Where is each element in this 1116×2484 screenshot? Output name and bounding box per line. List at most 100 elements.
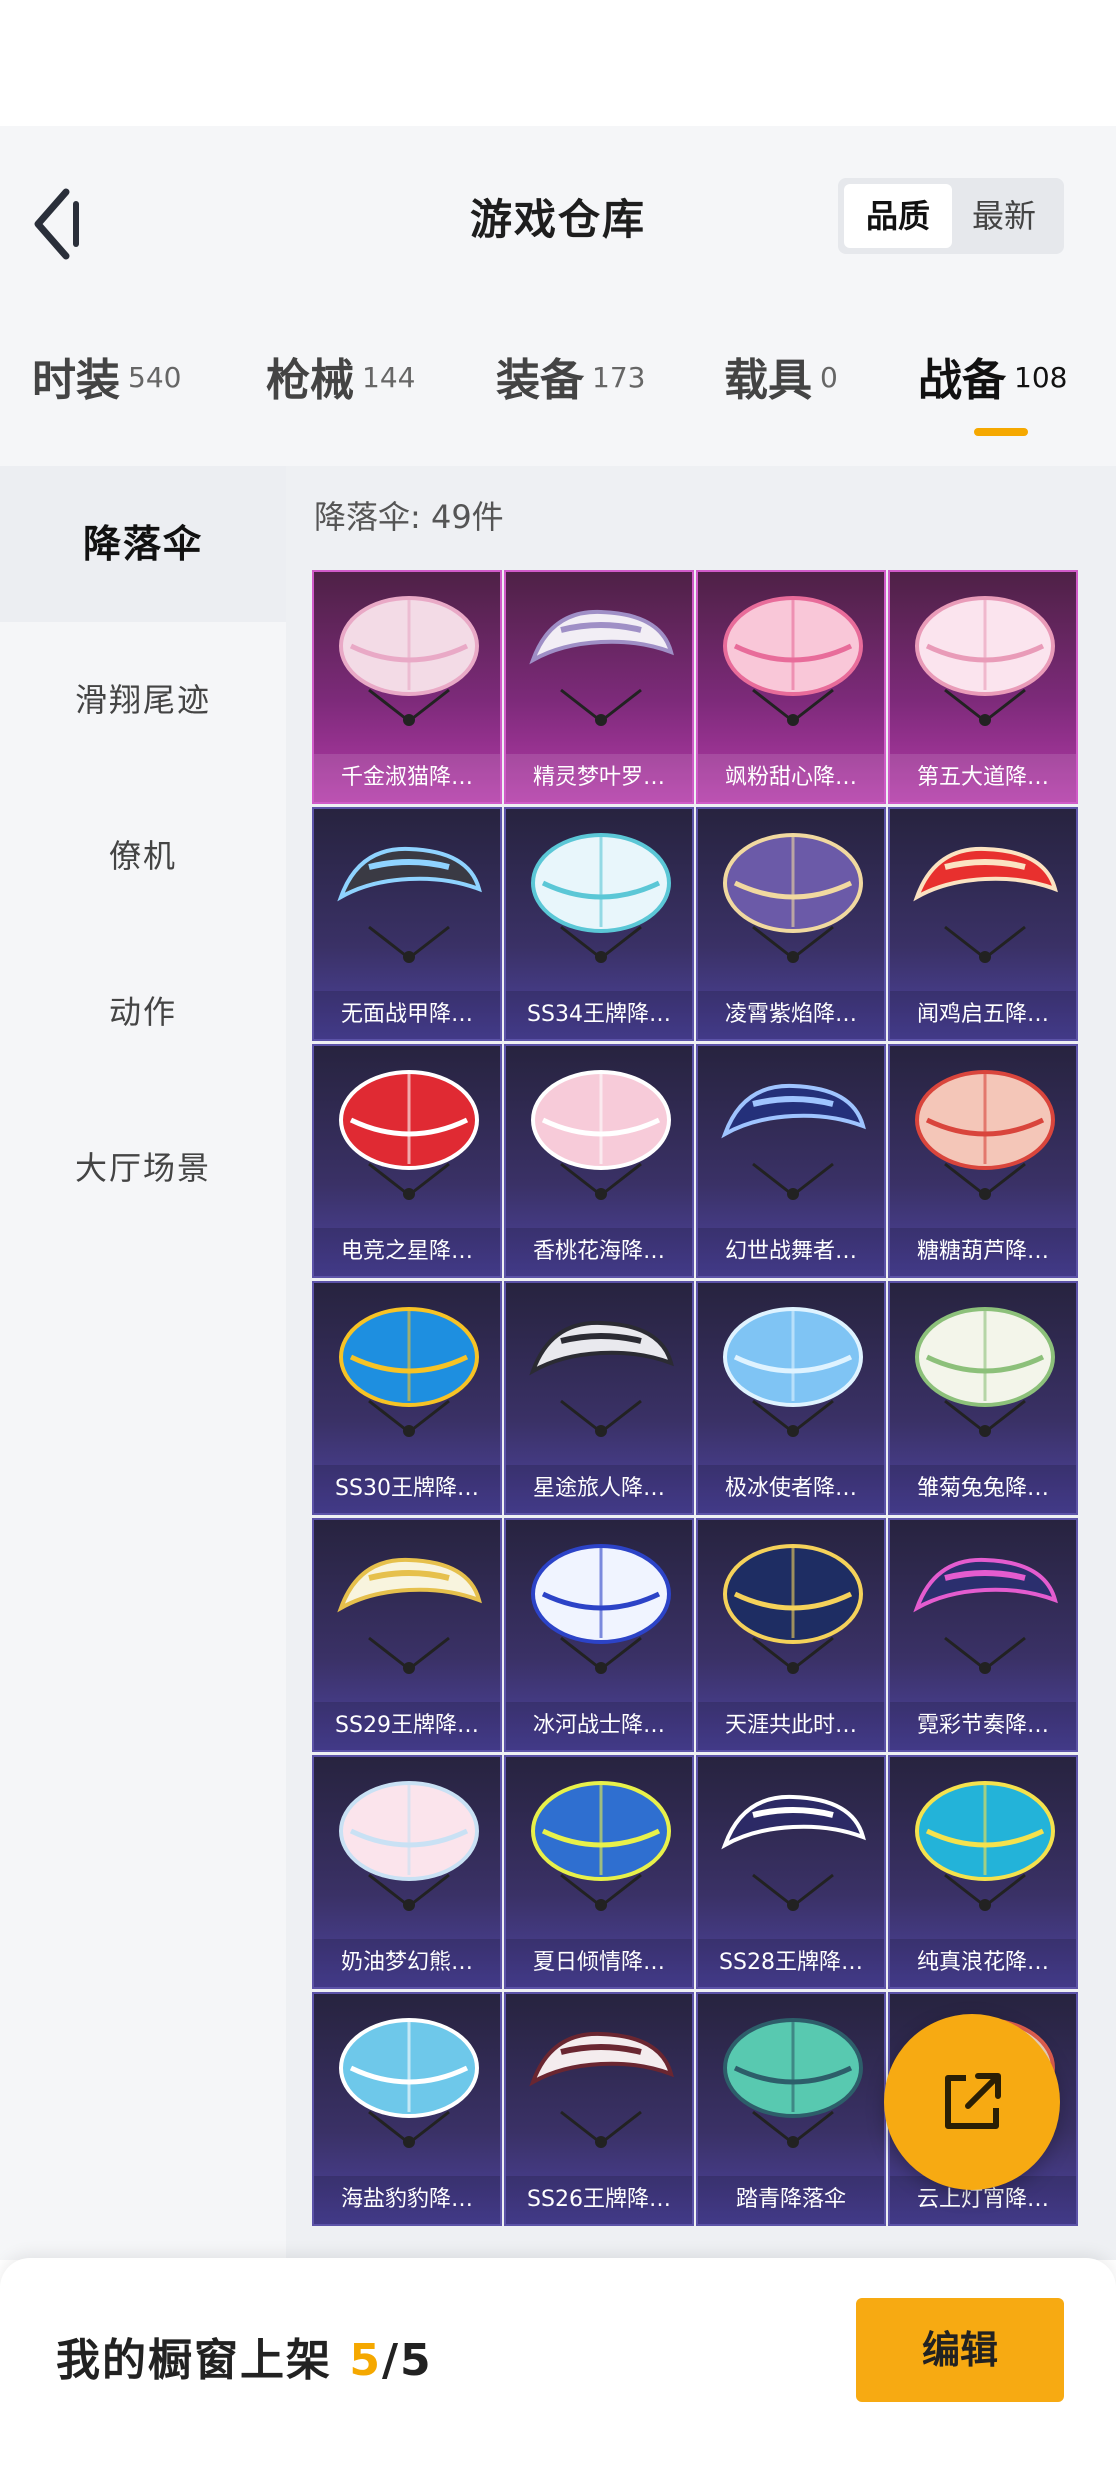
item-name: 糖糖葫芦降… [890, 1228, 1076, 1276]
tab-count: 108 [1014, 361, 1068, 394]
parachute-item-card[interactable]: 第五大道降… [888, 570, 1078, 804]
category-tabs: 时装 540 枪械 144 装备 173 载具 0 战备 108 [0, 344, 1116, 454]
tab-fashion[interactable]: 时装 540 [32, 344, 181, 454]
parachute-item-card[interactable]: SS26王牌降… [504, 1992, 694, 2226]
sidebar-item-wingman[interactable]: 僚机 [0, 778, 286, 934]
sidebar-item-lobby-scene[interactable]: 大厅场景 [0, 1090, 286, 1246]
parachute-item-card[interactable]: 霓彩节奏降… [888, 1518, 1078, 1752]
parachute-icon [339, 596, 479, 726]
item-name: 凌霄紫焰降… [698, 991, 884, 1039]
item-name: 天涯共此时… [698, 1702, 884, 1750]
showcase-label: 我的橱窗上架 [56, 2335, 332, 2386]
parachute-item-card[interactable]: 纯真浪花降… [888, 1755, 1078, 1989]
item-name: SS29王牌降… [314, 1702, 500, 1750]
item-name: 星途旅人降… [506, 1465, 692, 1513]
item-name: 踏青降落伞 [698, 2176, 884, 2224]
subcategory-sidebar: 降落伞 滑翔尾迹 僚机 动作 大厅场景 [0, 466, 286, 2260]
parachute-icon [913, 846, 1058, 963]
sort-newest-button[interactable]: 最新 [950, 184, 1058, 248]
showcase-current-count: 5 [349, 2335, 382, 2386]
parachute-item-card[interactable]: 雏菊兔兔降… [888, 1281, 1078, 1515]
item-name: 海盐豹豹降… [314, 2176, 500, 2224]
item-name: SS34王牌降… [506, 991, 692, 1039]
parachute-item-card[interactable]: 天涯共此时… [696, 1518, 886, 1752]
parachute-icon [721, 1794, 866, 1911]
parachute-item-card[interactable]: SS28王牌降… [696, 1755, 886, 1989]
parachute-item-card[interactable]: SS34王牌降… [504, 807, 694, 1041]
parachute-icon [529, 1320, 674, 1437]
tab-battle-gear[interactable]: 战备 108 [918, 344, 1067, 454]
item-name: 夏日倾情降… [506, 1939, 692, 1987]
parachute-icon [723, 1307, 863, 1437]
parachute-icon [339, 1307, 479, 1437]
item-name: 幻世战舞者… [698, 1228, 884, 1276]
parachute-item-card[interactable]: 夏日倾情降… [504, 1755, 694, 1989]
parachute-item-card[interactable]: 无面战甲降… [312, 807, 502, 1041]
parachute-icon [529, 2031, 674, 2148]
showcase-bar: 我的橱窗上架 5/5 编辑 [0, 2258, 1116, 2484]
parachute-icon [721, 1083, 866, 1200]
parachute-item-card[interactable]: 凌霄紫焰降… [696, 807, 886, 1041]
item-name: SS30王牌降… [314, 1465, 500, 1513]
status-bar [0, 0, 1116, 126]
parachute-icon [915, 1070, 1055, 1200]
sort-quality-button[interactable]: 品质 [844, 184, 952, 248]
parachute-item-card[interactable]: 闻鸡启五降… [888, 807, 1078, 1041]
tab-label: 装备 [496, 355, 584, 406]
sidebar-item-parachute[interactable]: 降落伞 [0, 466, 286, 622]
showcase-status: 我的橱窗上架 5/5 [56, 2324, 433, 2388]
item-name: 极冰使者降… [698, 1465, 884, 1513]
parachute-icon [531, 1070, 671, 1200]
tab-count: 144 [362, 361, 416, 394]
item-name: 冰河战士降… [506, 1702, 692, 1750]
parachute-item-card[interactable]: 星途旅人降… [504, 1281, 694, 1515]
parachute-item-card[interactable]: 奶油梦幻熊… [312, 1755, 502, 1989]
item-name: 雏菊兔兔降… [890, 1465, 1076, 1513]
item-name: 闻鸡启五降… [890, 991, 1076, 1039]
parachute-item-card[interactable]: 糖糖葫芦降… [888, 1044, 1078, 1278]
item-count-label: 降落伞: 49件 [314, 498, 504, 536]
parachute-item-card[interactable]: SS29王牌降… [312, 1518, 502, 1752]
edit-button[interactable]: 编辑 [856, 2298, 1064, 2402]
parachute-icon [531, 1781, 671, 1911]
parachute-item-card[interactable]: 海盐豹豹降… [312, 1992, 502, 2226]
parachute-item-card[interactable]: 千金淑猫降… [312, 570, 502, 804]
item-name: 霓彩节奏降… [890, 1702, 1076, 1750]
active-tab-indicator [974, 428, 1028, 436]
share-button[interactable] [884, 2014, 1060, 2190]
tab-label: 时装 [32, 355, 120, 406]
item-content: 降落伞: 49件 千金淑猫降… 精灵梦叶罗… 飒粉甜心降… 第五大道降… 无面战甲降… S… [286, 466, 1116, 2260]
parachute-icon [915, 596, 1055, 726]
parachute-item-card[interactable]: SS30王牌降… [312, 1281, 502, 1515]
sidebar-item-emote[interactable]: 动作 [0, 934, 286, 1090]
item-name: 飒粉甜心降… [698, 754, 884, 802]
item-name: 香桃花海降… [506, 1228, 692, 1276]
item-name: 纯真浪花降… [890, 1939, 1076, 1987]
parachute-icon [723, 596, 863, 726]
parachute-item-card[interactable]: 踏青降落伞 [696, 1992, 886, 2226]
tab-label: 载具 [724, 355, 812, 406]
parachute-icon [531, 1544, 671, 1674]
tab-equipment[interactable]: 装备 173 [496, 344, 645, 454]
parachute-item-card[interactable]: 香桃花海降… [504, 1044, 694, 1278]
parachute-item-card[interactable]: 飒粉甜心降… [696, 570, 886, 804]
tab-weapons[interactable]: 枪械 144 [266, 344, 415, 454]
parachute-icon [723, 2018, 863, 2148]
parachute-item-card[interactable]: 电竞之星降… [312, 1044, 502, 1278]
parachute-item-card[interactable]: 幻世战舞者… [696, 1044, 886, 1278]
tab-vehicles[interactable]: 载具 0 [724, 344, 838, 454]
parachute-item-card[interactable]: 精灵梦叶罗… [504, 570, 694, 804]
parachute-item-card[interactable]: 极冰使者降… [696, 1281, 886, 1515]
item-name: 奶油梦幻熊… [314, 1939, 500, 1987]
sort-toggle: 品质 最新 [838, 178, 1064, 254]
parachute-item-card[interactable]: 冰河战士降… [504, 1518, 694, 1752]
parachute-icon [339, 2018, 479, 2148]
sidebar-item-glide-trail[interactable]: 滑翔尾迹 [0, 622, 286, 778]
tab-count: 173 [592, 361, 646, 394]
parachute-icon [723, 833, 863, 963]
parachute-icon [915, 1781, 1055, 1911]
item-name: 第五大道降… [890, 754, 1076, 802]
item-name: 精灵梦叶罗… [506, 754, 692, 802]
item-name: SS28王牌降… [698, 1939, 884, 1987]
parachute-icon [339, 1070, 479, 1200]
